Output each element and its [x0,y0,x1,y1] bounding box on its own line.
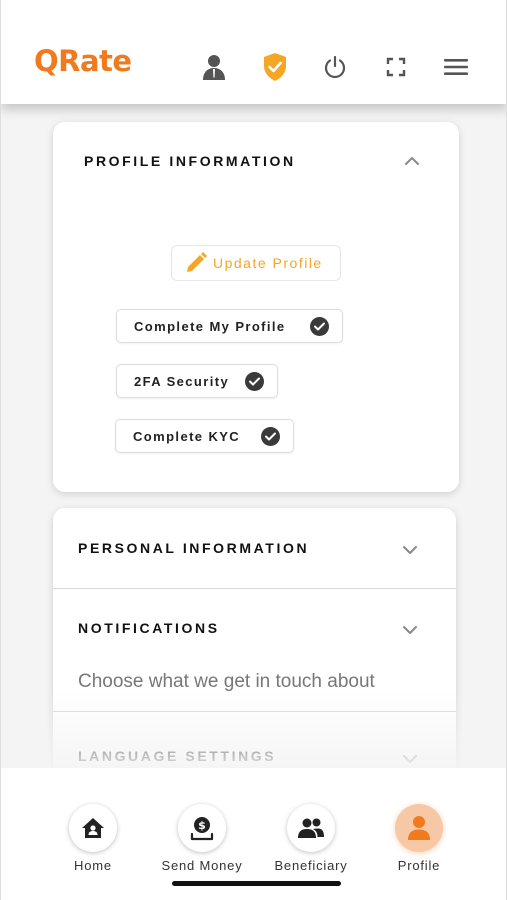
nav-send-money-label: Send Money [161,858,243,873]
shield-check-icon[interactable] [260,52,290,82]
chevron-up-icon[interactable] [403,155,421,167]
profile-screen: QRate PROFILE INFORMATION Update Profile… [0,0,507,900]
chevron-down-icon[interactable] [401,753,419,765]
complete-my-profile-chip[interactable]: Complete My Profile [116,309,343,343]
personal-information-section[interactable]: PERSONAL INFORMATION [53,508,456,588]
power-icon[interactable] [320,52,350,82]
chip-label: 2FA Security [134,373,230,389]
send-money-icon: $ [178,804,226,852]
home-indicator [172,881,341,886]
nav-beneficiary[interactable]: Beneficiary [256,804,366,873]
complete-kyc-chip[interactable]: Complete KYC [115,419,294,453]
svg-text:$: $ [198,819,206,832]
profile-content[interactable]: PROFILE INFORMATION Update Profile Compl… [1,104,506,768]
pencil-icon [187,252,207,272]
chip-label: Complete KYC [133,428,241,444]
profile-information-card: PROFILE INFORMATION Update Profile Compl… [53,122,459,492]
nav-profile[interactable]: Profile [364,804,474,873]
chip-label: Complete My Profile [134,318,286,334]
chevron-down-icon[interactable] [401,544,419,556]
check-circle-icon [261,427,280,446]
nav-send-money[interactable]: $ Send Money [147,804,257,873]
nav-home[interactable]: Home [38,804,148,873]
update-profile-label: Update Profile [213,255,323,271]
personal-information-title: PERSONAL INFORMATION [78,540,310,556]
user-icon[interactable] [199,52,229,82]
profile-information-title: PROFILE INFORMATION [84,153,296,169]
fullscreen-icon[interactable] [381,52,411,82]
app-logo[interactable]: QRate [34,44,132,78]
bottom-navigation: Home $ Send Money Beneficiary Profile [1,768,506,900]
nav-home-label: Home [74,858,112,873]
2fa-security-chip[interactable]: 2FA Security [116,364,278,398]
check-circle-icon [245,372,264,391]
notifications-section[interactable]: NOTIFICATIONS Choose what we get in touc… [53,589,456,711]
nav-beneficiary-label: Beneficiary [274,858,348,873]
language-settings-title: LANGUAGE SETTINGS [78,748,277,764]
chevron-down-icon[interactable] [401,624,419,636]
language-settings-section[interactable]: LANGUAGE SETTINGS [53,712,456,768]
settings-sections-card: PERSONAL INFORMATION NOTIFICATIONS Choos… [53,508,456,768]
notifications-subtitle: Choose what we get in touch about [78,671,375,692]
app-header: QRate [1,0,506,104]
nav-profile-label: Profile [397,858,441,873]
notifications-title: NOTIFICATIONS [78,620,220,636]
hamburger-menu-icon[interactable] [441,52,471,82]
beneficiary-icon [287,804,335,852]
update-profile-button[interactable]: Update Profile [171,245,341,281]
home-icon [69,804,117,852]
check-circle-icon [310,317,329,336]
profile-icon [395,804,443,852]
